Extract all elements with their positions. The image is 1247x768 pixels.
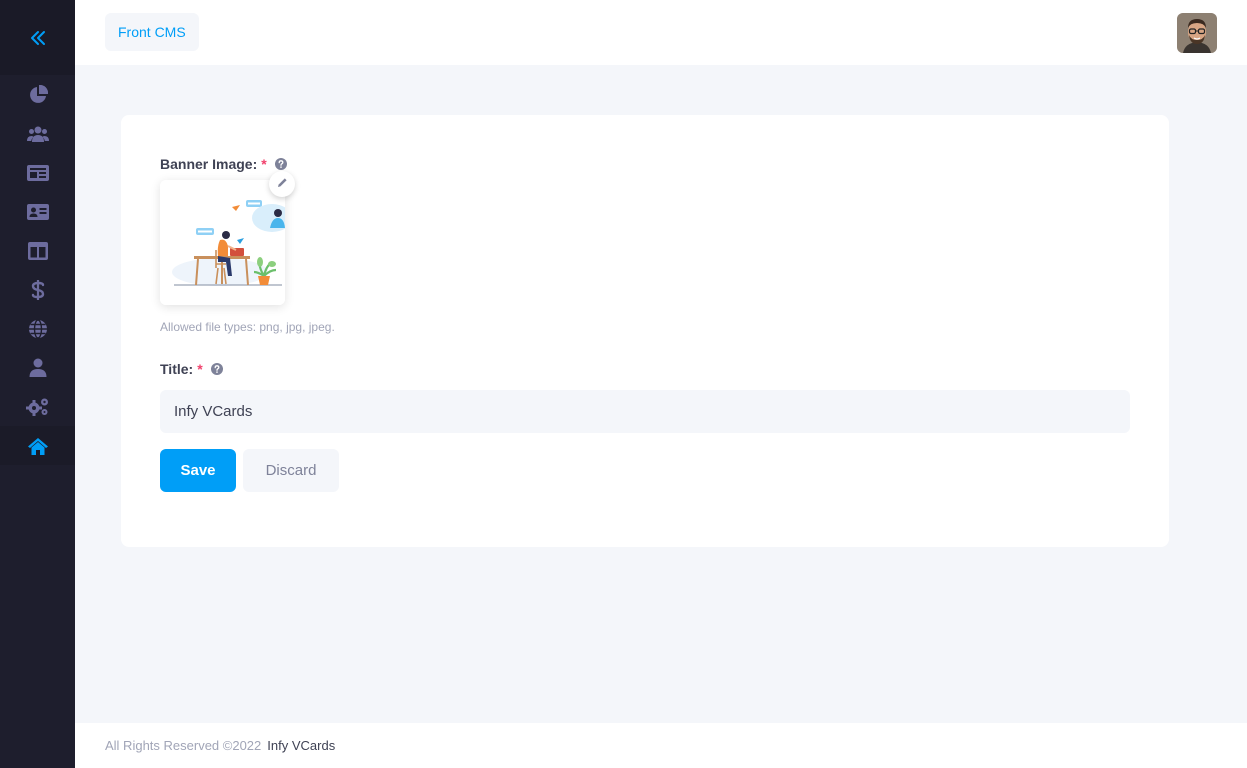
required-mark: * (261, 156, 267, 172)
question-circle-icon[interactable] (274, 158, 287, 170)
sidebar (0, 0, 75, 768)
save-button[interactable]: Save (160, 449, 236, 492)
title-input[interactable] (160, 390, 1130, 433)
cogs-icon (25, 397, 50, 417)
sidebar-item-profile[interactable] (0, 348, 75, 387)
footer: All Rights Reserved ©2022 Infy VCards (75, 723, 1247, 768)
sidebar-item-id-cards[interactable] (0, 192, 75, 231)
banner-image-label-row: Banner Image: * (160, 156, 287, 172)
layout-icon (27, 241, 48, 260)
avatar[interactable] (1177, 13, 1217, 53)
double-chevron-left-icon[interactable] (28, 28, 48, 48)
title-label-row: Title: * (160, 361, 223, 377)
sidebar-nav (0, 75, 75, 465)
footer-brand-link[interactable]: Infy VCards (267, 738, 335, 753)
sidebar-item-countries[interactable] (0, 309, 75, 348)
banner-image-label: Banner Image: (160, 156, 258, 172)
required-mark: * (197, 361, 203, 377)
edit-image-button[interactable] (269, 171, 295, 197)
pie-chart-icon (28, 84, 48, 105)
question-circle-icon[interactable] (210, 363, 223, 375)
sidebar-item-front-cms[interactable] (0, 426, 75, 465)
top-header: Front CMS (75, 0, 1247, 65)
pencil-icon (277, 175, 288, 193)
sidebar-header (0, 0, 75, 75)
user-icon (29, 358, 47, 377)
home-icon (27, 437, 49, 455)
vcard-icon (26, 164, 49, 181)
globe-icon (28, 318, 48, 339)
front-cms-form-card: Banner Image: * Allowed file types: png,… (121, 115, 1169, 547)
users-icon (26, 125, 49, 143)
discard-button[interactable]: Discard (243, 449, 339, 492)
dollar-icon (31, 279, 45, 300)
banner-image-preview (160, 180, 285, 305)
sidebar-item-templates[interactable] (0, 231, 75, 270)
sidebar-item-plans[interactable] (0, 270, 75, 309)
sidebar-item-users[interactable] (0, 114, 75, 153)
sidebar-item-settings[interactable] (0, 387, 75, 426)
breadcrumb[interactable]: Front CMS (105, 13, 199, 51)
footer-copyright: All Rights Reserved ©2022 (105, 738, 262, 753)
allowed-file-types-hint: Allowed file types: png, jpg, jpeg. (160, 320, 335, 334)
id-card-icon (26, 203, 49, 220)
sidebar-item-dashboard[interactable] (0, 75, 75, 114)
sidebar-item-vcards[interactable] (0, 153, 75, 192)
title-label: Title: (160, 361, 194, 377)
